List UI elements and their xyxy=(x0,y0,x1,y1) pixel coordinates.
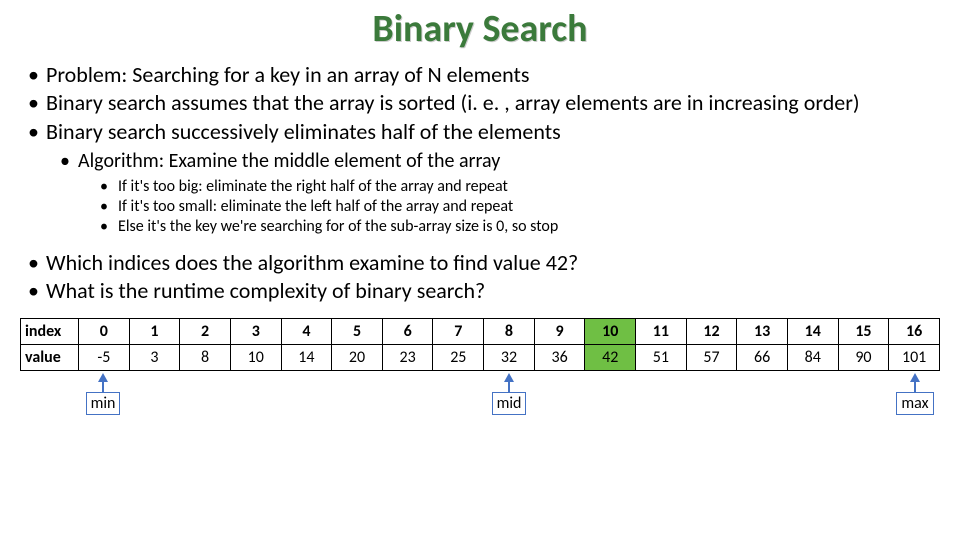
index-cell: 11 xyxy=(636,319,687,345)
value-cell: 57 xyxy=(686,345,737,371)
value-cell-highlight: 42 xyxy=(585,345,636,371)
value-cell: 36 xyxy=(534,345,585,371)
index-cell: 5 xyxy=(332,319,383,345)
value-cell: 66 xyxy=(737,345,788,371)
min-label: min xyxy=(86,392,121,415)
index-cell: 1 xyxy=(129,319,180,345)
value-cell: 84 xyxy=(787,345,838,371)
bullet-assume-sorted: Binary search assumes that the array is … xyxy=(28,90,940,116)
min-marker: min xyxy=(82,373,124,415)
index-row-label: index xyxy=(21,319,79,345)
value-cell: 51 xyxy=(636,345,687,371)
main-bullets: Problem: Searching for a key in an array… xyxy=(28,62,940,145)
bullet-algorithm: Algorithm: Examine the middle element of… xyxy=(60,149,940,173)
value-row-label: value xyxy=(21,345,79,371)
question-runtime: What is the runtime complexity of binary… xyxy=(28,277,940,305)
value-cell: 25 xyxy=(433,345,484,371)
bullet-too-small: If it's too small: eliminate the left ha… xyxy=(100,197,940,217)
algorithm-steps: If it's too big: eliminate the right hal… xyxy=(100,177,940,237)
algorithm-bullets: Algorithm: Examine the middle element of… xyxy=(60,149,940,173)
value-cell: -5 xyxy=(79,345,130,371)
index-cell: 6 xyxy=(382,319,433,345)
index-cell: 15 xyxy=(838,319,889,345)
table-row: index 0 1 2 3 4 5 6 7 8 9 10 11 12 13 14… xyxy=(21,319,940,345)
mid-marker: mid xyxy=(488,373,530,415)
index-cell-highlight: 10 xyxy=(585,319,636,345)
index-cell: 8 xyxy=(484,319,535,345)
arrow-up-icon xyxy=(98,373,108,382)
index-cell: 3 xyxy=(230,319,281,345)
index-cell: 14 xyxy=(787,319,838,345)
max-marker: max xyxy=(894,373,936,415)
question-indices: Which indices does the algorithm examine… xyxy=(28,249,940,277)
array-table: index 0 1 2 3 4 5 6 7 8 9 10 11 12 13 14… xyxy=(20,318,940,371)
mid-label: mid xyxy=(492,392,527,415)
value-cell: 10 xyxy=(230,345,281,371)
arrow-up-icon xyxy=(910,373,920,382)
bullet-found-or-empty: Else it's the key we're searching for of… xyxy=(100,217,940,237)
index-cell: 7 xyxy=(433,319,484,345)
bullet-too-big: If it's too big: eliminate the right hal… xyxy=(100,177,940,197)
value-cell: 23 xyxy=(382,345,433,371)
value-cell: 8 xyxy=(180,345,231,371)
page-title: Binary Search xyxy=(20,6,940,52)
table-row: value -5 3 8 10 14 20 23 25 32 36 42 51 … xyxy=(21,345,940,371)
max-label: max xyxy=(896,392,933,415)
question-bullets: Which indices does the algorithm examine… xyxy=(28,249,940,304)
index-cell: 9 xyxy=(534,319,585,345)
index-cell: 4 xyxy=(281,319,332,345)
index-cell: 13 xyxy=(737,319,788,345)
arrow-up-icon xyxy=(504,373,514,382)
value-cell: 32 xyxy=(484,345,535,371)
index-cell: 2 xyxy=(180,319,231,345)
pointer-markers: min mid max xyxy=(20,373,940,419)
index-cell: 16 xyxy=(889,319,940,345)
bullet-problem: Problem: Searching for a key in an array… xyxy=(28,62,940,88)
value-cell: 3 xyxy=(129,345,180,371)
index-cell: 0 xyxy=(79,319,130,345)
value-cell: 14 xyxy=(281,345,332,371)
value-cell: 20 xyxy=(332,345,383,371)
value-cell: 90 xyxy=(838,345,889,371)
index-cell: 12 xyxy=(686,319,737,345)
value-cell: 101 xyxy=(889,345,940,371)
bullet-eliminate-half: Binary search successively eliminates ha… xyxy=(28,119,940,145)
